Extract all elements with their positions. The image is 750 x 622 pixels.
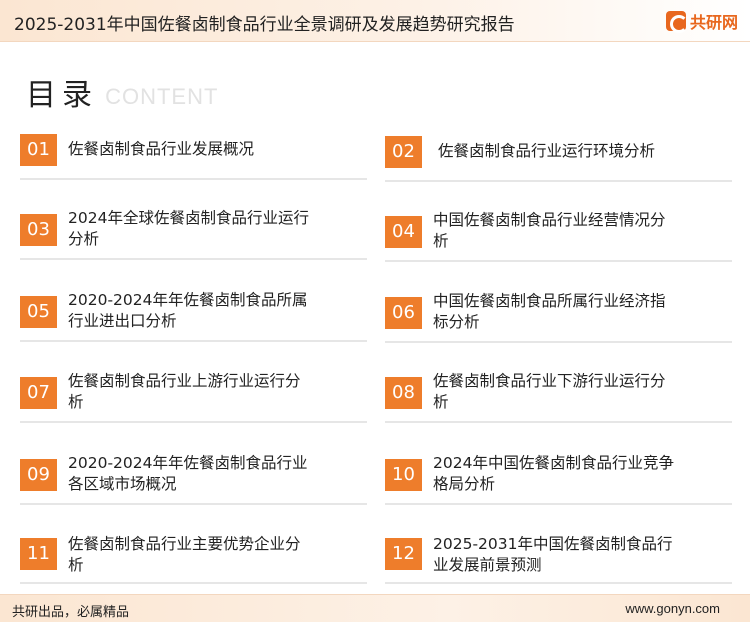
toc-item-line-1: 2020-2024年年佐餐卤制食品行业	[68, 454, 308, 472]
toc-item-number: 03	[20, 214, 57, 246]
toc-item-line-2: 格局分析	[433, 475, 496, 493]
toc-item-number: 09	[20, 459, 57, 491]
toc-item-line-2: 各区域市场概况	[68, 475, 177, 493]
brand-logo: 共研网	[665, 9, 738, 33]
toc-item-01[interactable]: 01 佐餐卤制食品行业发展概况	[20, 134, 370, 204]
toc-item-divider	[385, 180, 732, 182]
toc-item-line-1: 佐餐卤制食品行业主要优势企业分	[68, 535, 301, 553]
toc-item-line-1: 2020-2024年年佐餐卤制食品所属	[68, 291, 308, 309]
toc-item-number: 08	[385, 377, 422, 409]
toc-item-line-1: 佐餐卤制食品行业下游行业运行分	[433, 372, 666, 390]
toc-item-line-1: 佐餐卤制食品行业发展概况	[68, 140, 255, 158]
toc-item-label: 2020-2024年年佐餐卤制食品所属 行业进出口分析	[68, 290, 368, 332]
toc-item-number: 01	[20, 134, 57, 166]
toc-item-06[interactable]: 06 中国佐餐卤制食品所属行业经济指 标分析	[385, 292, 735, 367]
footer-website[interactable]: www.gonyn.com	[625, 601, 720, 616]
toc-item-line-1: 佐餐卤制食品行业运行环境分析	[438, 142, 656, 160]
toc-item-05[interactable]: 05 2020-2024年年佐餐卤制食品所属 行业进出口分析	[20, 291, 370, 366]
toc-item-number: 02	[385, 136, 422, 168]
toc-item-divider	[20, 503, 367, 505]
toc-item-divider	[20, 582, 367, 584]
toc-item-number: 07	[20, 377, 57, 409]
toc-item-number: 06	[385, 297, 422, 329]
toc-item-line-2: 行业进出口分析	[68, 312, 177, 330]
toc-item-divider	[20, 178, 367, 180]
toc-item-label: 佐餐卤制食品行业上游行业运行分 析	[68, 371, 368, 413]
toc-item-07[interactable]: 07 佐餐卤制食品行业上游行业运行分 析	[20, 372, 370, 447]
toc-item-line-2: 析	[68, 556, 84, 574]
toc-item-divider	[385, 421, 732, 423]
toc-item-10[interactable]: 10 2024年中国佐餐卤制食品行业竞争 格局分析	[385, 454, 735, 529]
toc-item-line-1: 中国佐餐卤制食品行业经营情况分	[433, 211, 666, 229]
toc-item-number: 04	[385, 216, 422, 248]
toc-item-divider	[20, 340, 367, 342]
toc-item-number: 10	[385, 459, 422, 491]
toc-item-label: 佐餐卤制食品行业下游行业运行分 析	[433, 371, 733, 413]
toc-item-divider	[385, 260, 732, 262]
footer-slogan: 共研出品，必属精品	[12, 605, 130, 620]
toc-item-label: 佐餐卤制食品行业主要优势企业分 析	[68, 534, 368, 576]
toc-item-08[interactable]: 08 佐餐卤制食品行业下游行业运行分 析	[385, 372, 735, 447]
toc-item-number: 05	[20, 296, 57, 328]
toc-item-line-1: 佐餐卤制食品行业上游行业运行分	[68, 372, 301, 390]
report-title: 2025-2031年中国佐餐卤制食品行业全景调研及发展趋势研究报告	[14, 15, 515, 35]
toc-item-label: 中国佐餐卤制食品所属行业经济指 标分析	[433, 291, 733, 333]
toc-item-divider	[385, 582, 732, 584]
toc-item-03[interactable]: 03 2024年全球佐餐卤制食品行业运行 分析	[20, 209, 370, 284]
brand-logo-icon	[665, 11, 688, 33]
toc-item-divider	[20, 258, 367, 260]
toc-heading-main: 目录	[26, 78, 98, 113]
toc-item-04[interactable]: 04 中国佐餐卤制食品行业经营情况分 析	[385, 211, 735, 286]
toc-item-line-1: 2024年中国佐餐卤制食品行业竞争	[433, 454, 674, 472]
toc-item-line-2: 业发展前景预测	[433, 556, 542, 574]
toc-item-line-2: 分析	[68, 230, 100, 248]
toc-item-line-1: 2024年全球佐餐卤制食品行业运行	[68, 209, 309, 227]
toc-item-label: 佐餐卤制食品行业发展概况	[68, 139, 368, 160]
toc-item-label: 2020-2024年年佐餐卤制食品行业 各区域市场概况	[68, 453, 368, 495]
toc-item-label: 佐餐卤制食品行业运行环境分析	[438, 141, 738, 162]
toc-item-divider	[385, 341, 732, 343]
toc-item-line-1: 中国佐餐卤制食品所属行业经济指	[433, 292, 666, 310]
toc-item-09[interactable]: 09 2020-2024年年佐餐卤制食品行业 各区域市场概况	[20, 454, 370, 529]
toc-item-label: 2024年中国佐餐卤制食品行业竞争 格局分析	[433, 453, 733, 495]
footer-bar: 共研出品，必属精品 www.gonyn.com	[0, 594, 750, 622]
header-bar: 2025-2031年中国佐餐卤制食品行业全景调研及发展趋势研究报告 共研网	[0, 0, 750, 42]
toc-item-divider	[20, 421, 367, 423]
toc-item-label: 中国佐餐卤制食品行业经营情况分 析	[433, 210, 733, 252]
toc-item-line-2: 析	[433, 393, 449, 411]
toc-item-02[interactable]: 02 佐餐卤制食品行业运行环境分析	[385, 136, 735, 206]
toc-item-label: 2024年全球佐餐卤制食品行业运行 分析	[68, 208, 368, 250]
brand-logo-text: 共研网	[689, 13, 738, 32]
toc-item-number: 12	[385, 538, 422, 570]
toc-item-line-2: 标分析	[433, 313, 480, 331]
toc-item-line-1: 2025-2031年中国佐餐卤制食品行	[433, 535, 673, 553]
toc-item-label: 2025-2031年中国佐餐卤制食品行 业发展前景预测	[433, 534, 733, 576]
toc-item-line-2: 析	[433, 232, 449, 250]
toc-item-divider	[385, 503, 732, 505]
toc-item-line-2: 析	[68, 393, 84, 411]
toc-heading-sub: CONTENT	[105, 84, 219, 109]
toc-item-number: 11	[20, 538, 57, 570]
toc-heading: 目录 CONTENT	[26, 70, 218, 114]
